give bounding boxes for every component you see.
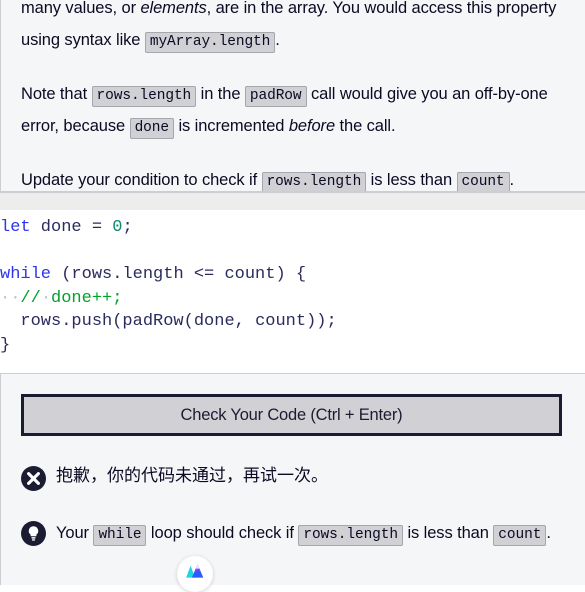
code-token: // [20,288,41,308]
code-token: while [0,265,52,284]
code-token: ) { [275,265,307,284]
inline-code-chip: while [93,525,147,546]
code-token: padRow [122,312,184,331]
code-token: · [40,288,52,308]
code-token: = [91,218,113,237]
code-token: )); [306,312,337,331]
code-token: ( [183,312,194,331]
code-token: } [0,335,11,355]
code-line[interactable] [0,240,585,264]
code-token: done++; [51,288,123,308]
inline-code-chip: rows.length [298,525,403,546]
code-token: <= [193,265,225,284]
code-token: ; [122,218,133,237]
inline-code-chip: count [493,525,547,546]
inline-code-chip: padRow [244,86,307,107]
lightbulb-icon [21,521,46,546]
code-line[interactable]: } [0,334,585,358]
emphasis-text: before [288,117,336,135]
code-editor[interactable]: let done = 0; while (rows.length <= coun… [0,210,585,362]
code-line[interactable]: let done = 0; [0,216,585,240]
code-line-content[interactable]: rows.push(padRow(done, count)); [0,312,337,331]
code-line-content[interactable]: } [0,336,10,355]
instructions-content: many values, or elements, are in the arr… [1,0,585,191]
code-line[interactable]: ··//·done++; [0,287,585,311]
instruction-paragraph: many values, or elements, are in the arr… [21,0,565,56]
code-token: , [234,312,256,331]
code-token: done [30,218,92,237]
hint-message: Your while loop should check if rows.len… [56,519,551,548]
code-line-content[interactable] [0,242,10,261]
emphasis-text: elements [140,0,207,17]
inline-code-chip: rows.length [91,86,197,107]
failure-message: 抱歉，你的代码未通过，再试一次。 [56,466,328,486]
code-token: done [193,312,235,331]
mountain-logo-icon [185,563,205,586]
instruction-paragraph: Update your condition to check if rows.l… [21,164,565,191]
pane-divider-handle[interactable] [0,192,585,210]
x-circle-icon [21,466,46,491]
code-token: count [224,265,276,284]
code-token: ( [51,265,72,284]
code-token: ( [112,312,123,331]
code-token: let [0,218,31,237]
code-token: rows.push [0,312,113,331]
instructions-panel: many values, or elements, are in the arr… [0,0,585,192]
instruction-paragraph: Note that rows.length in the padRow call… [21,78,565,142]
code-lines[interactable]: let done = 0; while (rows.length <= coun… [0,210,585,357]
code-token: rows.length [71,265,194,284]
test-output-panel: Check Your Code (Ctrl + Enter) 抱歉，你的代码未通… [0,373,585,585]
code-line-content[interactable]: while (rows.length <= count) { [0,265,306,284]
inline-code-chip: count [456,172,510,191]
code-token: count [255,312,307,331]
test-failure-row: 抱歉，你的代码未通过，再试一次。 [21,464,561,491]
code-token: 0 [112,218,123,237]
inline-code-chip: myArray.length [144,32,276,53]
code-line[interactable]: while (rows.length <= count) { [0,263,585,287]
inline-code-chip: rows.length [261,172,367,191]
code-line-highlighted[interactable]: ··//·done++; [0,289,122,308]
code-token: ·· [0,288,21,308]
inline-code-chip: done [129,118,174,139]
code-line-content[interactable]: let done = 0; [0,218,133,237]
test-hint-row: Your while loop should check if rows.len… [21,519,561,548]
floating-logo-badge[interactable] [177,556,213,592]
code-line[interactable]: rows.push(padRow(done, count)); [0,310,585,334]
check-your-code-button[interactable]: Check Your Code (Ctrl + Enter) [21,394,562,436]
